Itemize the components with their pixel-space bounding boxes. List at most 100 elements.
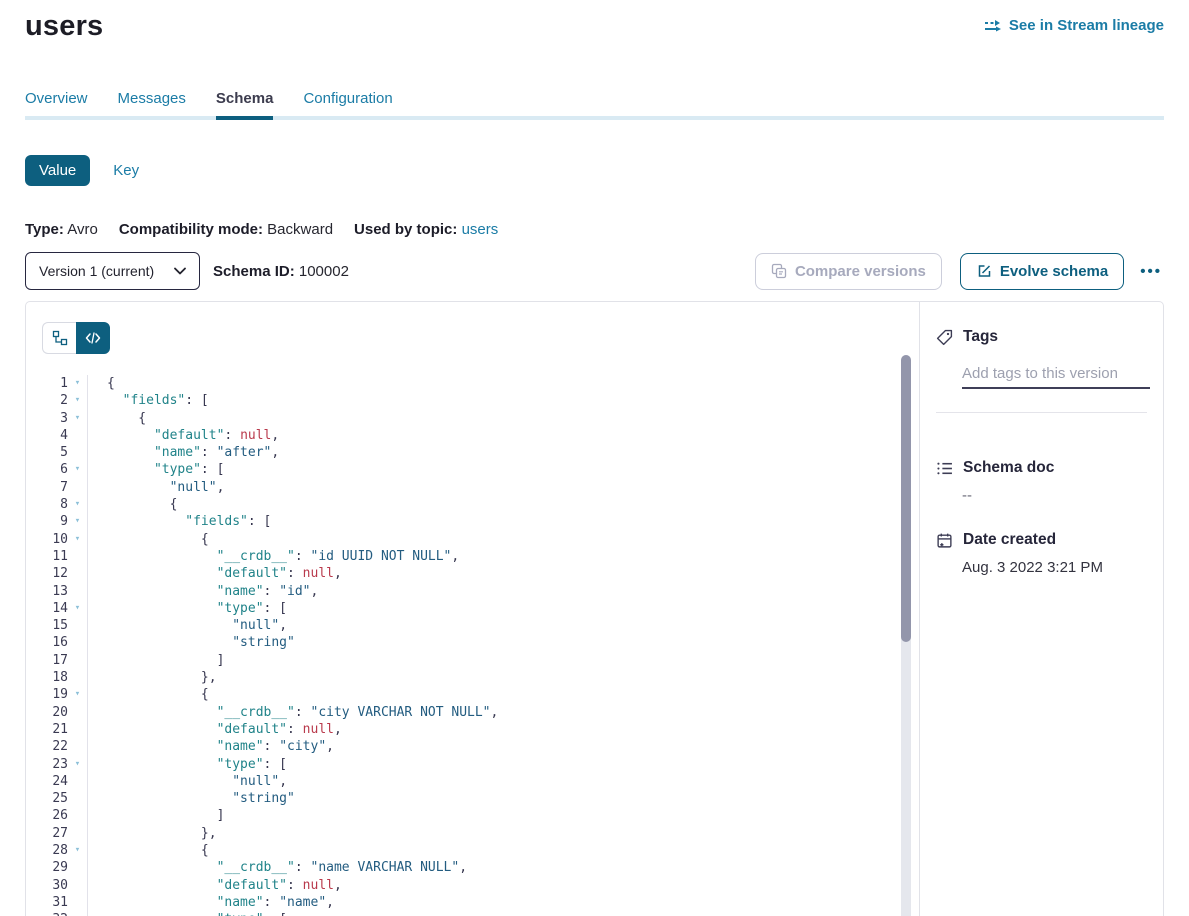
line-number: 26 xyxy=(26,807,68,824)
code-text: ] xyxy=(87,807,919,824)
fold-spacer xyxy=(68,479,87,496)
code-line: 19▾{ xyxy=(26,686,919,703)
fold-arrow-icon[interactable]: ▾ xyxy=(68,513,87,530)
code-line: 31"name": "name", xyxy=(26,894,919,911)
line-number: 27 xyxy=(26,825,68,842)
fold-arrow-icon[interactable]: ▾ xyxy=(68,375,87,392)
fold-spacer xyxy=(68,894,87,911)
line-number: 6 xyxy=(26,461,68,478)
version-select[interactable]: Version 1 (current) xyxy=(25,252,200,290)
line-number: 4 xyxy=(26,427,68,444)
page-title: users xyxy=(25,0,103,42)
line-number: 14 xyxy=(26,600,68,617)
line-number: 19 xyxy=(26,686,68,703)
fold-arrow-icon[interactable]: ▾ xyxy=(68,686,87,703)
chevron-down-icon xyxy=(174,267,186,275)
date-created-value: Aug. 3 2022 3:21 PM xyxy=(962,559,1147,576)
fold-arrow-icon[interactable]: ▾ xyxy=(68,756,87,773)
line-number: 10 xyxy=(26,531,68,548)
code-text: "type": [ xyxy=(87,600,919,617)
compare-icon xyxy=(771,263,787,279)
fold-spacer xyxy=(68,565,87,582)
date-created-section: Date created Aug. 3 2022 3:21 PM xyxy=(936,531,1147,576)
fold-arrow-icon[interactable]: ▾ xyxy=(68,842,87,859)
fold-arrow-icon[interactable]: ▾ xyxy=(68,600,87,617)
fold-spacer xyxy=(68,704,87,721)
code-view-button[interactable] xyxy=(76,322,110,354)
date-created-title: Date created xyxy=(963,531,1056,549)
code-line: 26] xyxy=(26,807,919,824)
code-text: "fields": [ xyxy=(87,513,919,530)
fold-spacer xyxy=(68,583,87,600)
fold-arrow-icon[interactable]: ▾ xyxy=(68,911,87,916)
tree-view-button[interactable] xyxy=(42,322,76,354)
fold-spacer xyxy=(68,548,87,565)
code-line: 16"string" xyxy=(26,634,919,651)
code-line: 20 "__crdb__": "city VARCHAR NOT NULL", xyxy=(26,704,919,721)
fold-arrow-icon[interactable]: ▾ xyxy=(68,496,87,513)
code-line: 23▾"type": [ xyxy=(26,756,919,773)
editor-scrollbar[interactable] xyxy=(901,355,911,916)
code-line: 4"default": null, xyxy=(26,427,919,444)
meta-compatibility: Compatibility mode: Backward xyxy=(119,221,333,238)
line-number: 17 xyxy=(26,652,68,669)
tag-icon xyxy=(936,329,953,346)
code-line: 25"string" xyxy=(26,790,919,807)
fold-arrow-icon[interactable]: ▾ xyxy=(68,410,87,427)
code-line: 30"default": null, xyxy=(26,877,919,894)
fold-spacer xyxy=(68,859,87,876)
line-number: 23 xyxy=(26,756,68,773)
code-text: "__crdb__": "name VARCHAR NULL", xyxy=(87,859,919,876)
fold-arrow-icon[interactable]: ▾ xyxy=(68,531,87,548)
active-tab-underline xyxy=(216,116,274,120)
tab-schema[interactable]: Schema xyxy=(216,91,274,116)
more-actions-button[interactable]: ••• xyxy=(1138,259,1164,284)
compare-versions-button[interactable]: Compare versions xyxy=(755,253,942,290)
line-number: 18 xyxy=(26,669,68,686)
fold-spacer xyxy=(68,877,87,894)
line-number: 7 xyxy=(26,479,68,496)
tree-view-icon xyxy=(52,330,68,346)
code-text: "null", xyxy=(87,479,919,496)
code-text: "name": "after", xyxy=(87,444,919,461)
line-number: 20 xyxy=(26,704,68,721)
meta-used-by-topic: Used by topic: users xyxy=(354,221,498,238)
sidebar-divider xyxy=(936,412,1147,413)
key-toggle-link[interactable]: Key xyxy=(113,162,139,179)
code-line: 12"default": null, xyxy=(26,565,919,582)
code-editor-lines[interactable]: 1▾{2▾"fields": [3▾{4"default": null,5"na… xyxy=(26,375,919,916)
code-line: 15"null", xyxy=(26,617,919,634)
topic-link[interactable]: users xyxy=(462,221,499,238)
code-text: "null", xyxy=(87,773,919,790)
editor-scrollbar-thumb[interactable] xyxy=(901,355,911,642)
code-line: 8▾{ xyxy=(26,496,919,513)
code-line: 18}, xyxy=(26,669,919,686)
schema-id: Schema ID: 100002 xyxy=(213,263,349,280)
fold-spacer xyxy=(68,807,87,824)
code-text: "__crdb__": "id UUID NOT NULL", xyxy=(87,548,919,565)
value-toggle-button[interactable]: Value xyxy=(25,155,90,186)
line-number: 30 xyxy=(26,877,68,894)
fold-arrow-icon[interactable]: ▾ xyxy=(68,461,87,478)
line-number: 1 xyxy=(26,375,68,392)
tab-overview[interactable]: Overview xyxy=(25,91,88,116)
code-text: }, xyxy=(87,669,919,686)
code-text: "name": "id", xyxy=(87,583,919,600)
stream-lineage-link[interactable]: See in Stream lineage xyxy=(984,0,1164,34)
code-text: { xyxy=(87,375,919,392)
code-text: "__crdb__": "city VARCHAR NOT NULL", xyxy=(87,704,919,721)
line-number: 8 xyxy=(26,496,68,513)
schema-panel: 1▾{2▾"fields": [3▾{4"default": null,5"na… xyxy=(25,301,1164,916)
fold-arrow-icon[interactable]: ▾ xyxy=(68,392,87,409)
tab-messages[interactable]: Messages xyxy=(118,91,186,116)
code-line: 29"__crdb__": "name VARCHAR NULL", xyxy=(26,859,919,876)
tab-configuration[interactable]: Configuration xyxy=(303,91,392,116)
schema-meta-row: Type: Avro Compatibility mode: Backward … xyxy=(25,221,1164,238)
code-text: "string" xyxy=(87,790,919,807)
code-text: }, xyxy=(87,825,919,842)
tags-title: Tags xyxy=(963,328,998,346)
evolve-schema-button[interactable]: Evolve schema xyxy=(960,253,1124,290)
tags-input[interactable] xyxy=(962,365,1150,389)
fold-spacer xyxy=(68,721,87,738)
code-line: 21"default": null, xyxy=(26,721,919,738)
